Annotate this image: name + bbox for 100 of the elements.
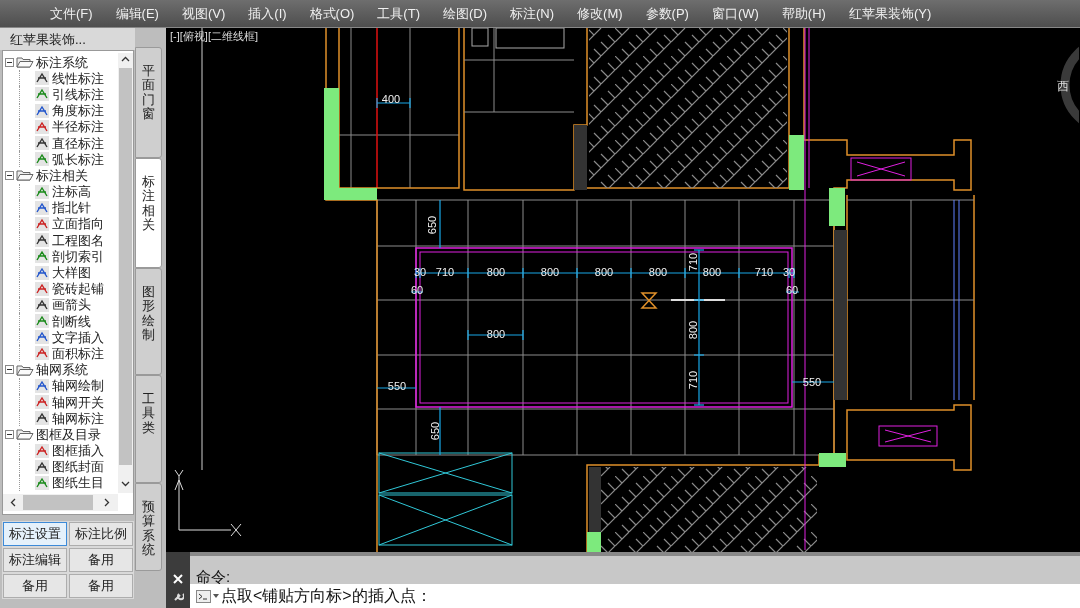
tree-item[interactable]: 面积标注 [52, 346, 104, 360]
dimension-label: 30 [782, 266, 796, 278]
tree-item[interactable]: 立面指向 [52, 217, 104, 231]
dimension-label: 60 [785, 284, 799, 296]
menu-item[interactable]: 修改(M) [577, 3, 623, 24]
dimension-label: 800 [486, 266, 506, 278]
scroll-down-icon[interactable] [121, 481, 130, 487]
tree-item[interactable]: 剖切索引 [52, 249, 104, 263]
tree-item[interactable]: 文字插入 [52, 330, 104, 344]
menu-item[interactable]: 红苹果装饰(Y) [848, 3, 932, 24]
tree-item[interactable]: 瓷砖起铺 [52, 282, 104, 296]
side-tab[interactable]: 预算系统 [135, 483, 162, 571]
tree-item[interactable]: 轴网绘制 [52, 379, 104, 393]
open-folder-icon [16, 428, 34, 441]
tree-item[interactable]: 引线标注 [52, 87, 104, 101]
tree-item[interactable]: 线性标注 [52, 71, 104, 85]
collapse-toggle-icon[interactable] [5, 57, 14, 67]
dimension-label: 710 [687, 252, 699, 272]
menu-item[interactable]: 绘图(D) [442, 3, 487, 24]
tree-item[interactable]: 半径标注 [52, 120, 104, 134]
tool-icon [35, 330, 49, 345]
ucs-icon [174, 469, 242, 537]
tree-item[interactable]: 轴网标注 [52, 411, 104, 425]
side-tab[interactable]: 标注相关 [135, 158, 162, 268]
panel-button[interactable]: 标注编辑 [3, 548, 67, 572]
tool-icon [35, 314, 49, 329]
horizontal-scrollbar[interactable] [3, 494, 118, 511]
menu-item[interactable]: 参数(P) [645, 3, 689, 24]
menu-item[interactable]: 文件(F) [50, 3, 93, 24]
menu-item[interactable]: 插入(I) [248, 3, 287, 24]
tool-icon [35, 443, 49, 458]
side-tab[interactable]: 工具类 [135, 375, 162, 483]
dimension-label: 800 [702, 266, 722, 278]
tool-icon [35, 71, 49, 86]
command-input[interactable]: 点取<铺贴方向标>的插入点： [190, 584, 1080, 608]
panel-button[interactable]: 标注设置 [3, 522, 67, 546]
panel-button[interactable]: 标注比例 [69, 522, 133, 546]
tree-item[interactable]: 大样图 [52, 266, 91, 280]
menu-item[interactable]: 标注(N) [510, 3, 555, 24]
dimension-label: 800 [687, 320, 699, 340]
tree-item[interactable]: 轴网开关 [52, 395, 104, 409]
tree-item[interactable]: 画箭头 [52, 298, 91, 312]
viewport-label[interactable]: [-][俯视][二维线框] [170, 31, 258, 42]
tree-item[interactable]: 工程图名 [52, 233, 104, 247]
collapse-toggle-icon[interactable] [5, 365, 14, 375]
tool-icon [35, 136, 49, 151]
command-prompt: 点取<铺贴方向标>的插入点： [221, 586, 432, 606]
tree-item[interactable]: 弧长标注 [52, 152, 104, 166]
close-icon[interactable] [173, 574, 183, 584]
tool-icon [35, 249, 49, 264]
dimension-label: 550 [387, 380, 407, 392]
dropdown-caret-icon[interactable] [213, 594, 219, 598]
tree-group[interactable]: 轴网系统 [36, 363, 88, 377]
collapse-toggle-icon[interactable] [5, 429, 14, 439]
panel-button[interactable]: 备用 [69, 574, 133, 598]
menu-item[interactable]: 视图(V) [181, 3, 226, 24]
drawing-canvas[interactable]: 400 650 30 710 800 800 800 800 710 800 710 30 60 60 800 800 550 710 550 650 西 [-][俯视][二维线框] [166, 28, 1080, 552]
tree-item[interactable]: 剖断线 [52, 314, 91, 328]
tree-item[interactable]: 图框插入 [52, 444, 104, 458]
scrollbar-thumb[interactable] [119, 68, 132, 465]
menu-item[interactable]: 编辑(E) [115, 3, 159, 24]
menu-item[interactable]: 格式(O) [309, 3, 355, 24]
scroll-left-icon[interactable] [10, 498, 16, 507]
scroll-right-icon[interactable] [104, 498, 110, 507]
dimension-label: 30 [413, 266, 427, 278]
panel-title: 红苹果装饰... [0, 28, 135, 50]
wrench-icon[interactable] [172, 593, 184, 601]
panel-button[interactable]: 备用 [69, 548, 133, 572]
tree-item[interactable]: 角度标注 [52, 104, 104, 118]
tree-item[interactable]: 图纸生目 [52, 476, 104, 490]
tool-icon [35, 216, 49, 231]
scroll-up-icon[interactable] [121, 56, 130, 62]
tree-group[interactable]: 图框及目录 [36, 427, 101, 441]
panel-button[interactable]: 备用 [3, 574, 67, 598]
dimension-label: 650 [429, 421, 441, 441]
dimension-label: 710 [687, 370, 699, 390]
tree-item[interactable]: 直径标注 [52, 136, 104, 150]
tree-group[interactable]: 标注系统 [36, 55, 88, 69]
tree-item[interactable]: 指北针 [52, 201, 91, 215]
collapse-toggle-icon[interactable] [5, 170, 14, 180]
scrollbar-thumb[interactable] [23, 495, 93, 510]
tree-group[interactable]: 标注相关 [36, 168, 88, 182]
tree-item[interactable]: 注标高 [52, 185, 91, 199]
side-tab[interactable]: 图形绘制 [135, 268, 162, 375]
menu-item[interactable]: 窗口(W) [711, 3, 759, 24]
dimension-label: 800 [486, 328, 506, 340]
tree-item[interactable]: 图纸封面 [52, 460, 104, 474]
tool-icon [35, 411, 49, 426]
menu-item[interactable]: 帮助(H) [781, 3, 826, 24]
dimension-label: 60 [410, 284, 424, 296]
tool-icon [35, 378, 49, 393]
menu-item[interactable]: 工具(T) [377, 3, 420, 24]
open-folder-icon [16, 363, 34, 376]
tool-icon [35, 119, 49, 134]
command-history: 命令: [190, 552, 1080, 584]
dimension-label: 550 [802, 376, 822, 388]
side-tab[interactable]: 平面门窗 [135, 47, 162, 158]
vertical-scrollbar[interactable] [118, 53, 133, 493]
open-folder-icon [16, 169, 34, 182]
terminal-icon[interactable] [196, 589, 211, 603]
